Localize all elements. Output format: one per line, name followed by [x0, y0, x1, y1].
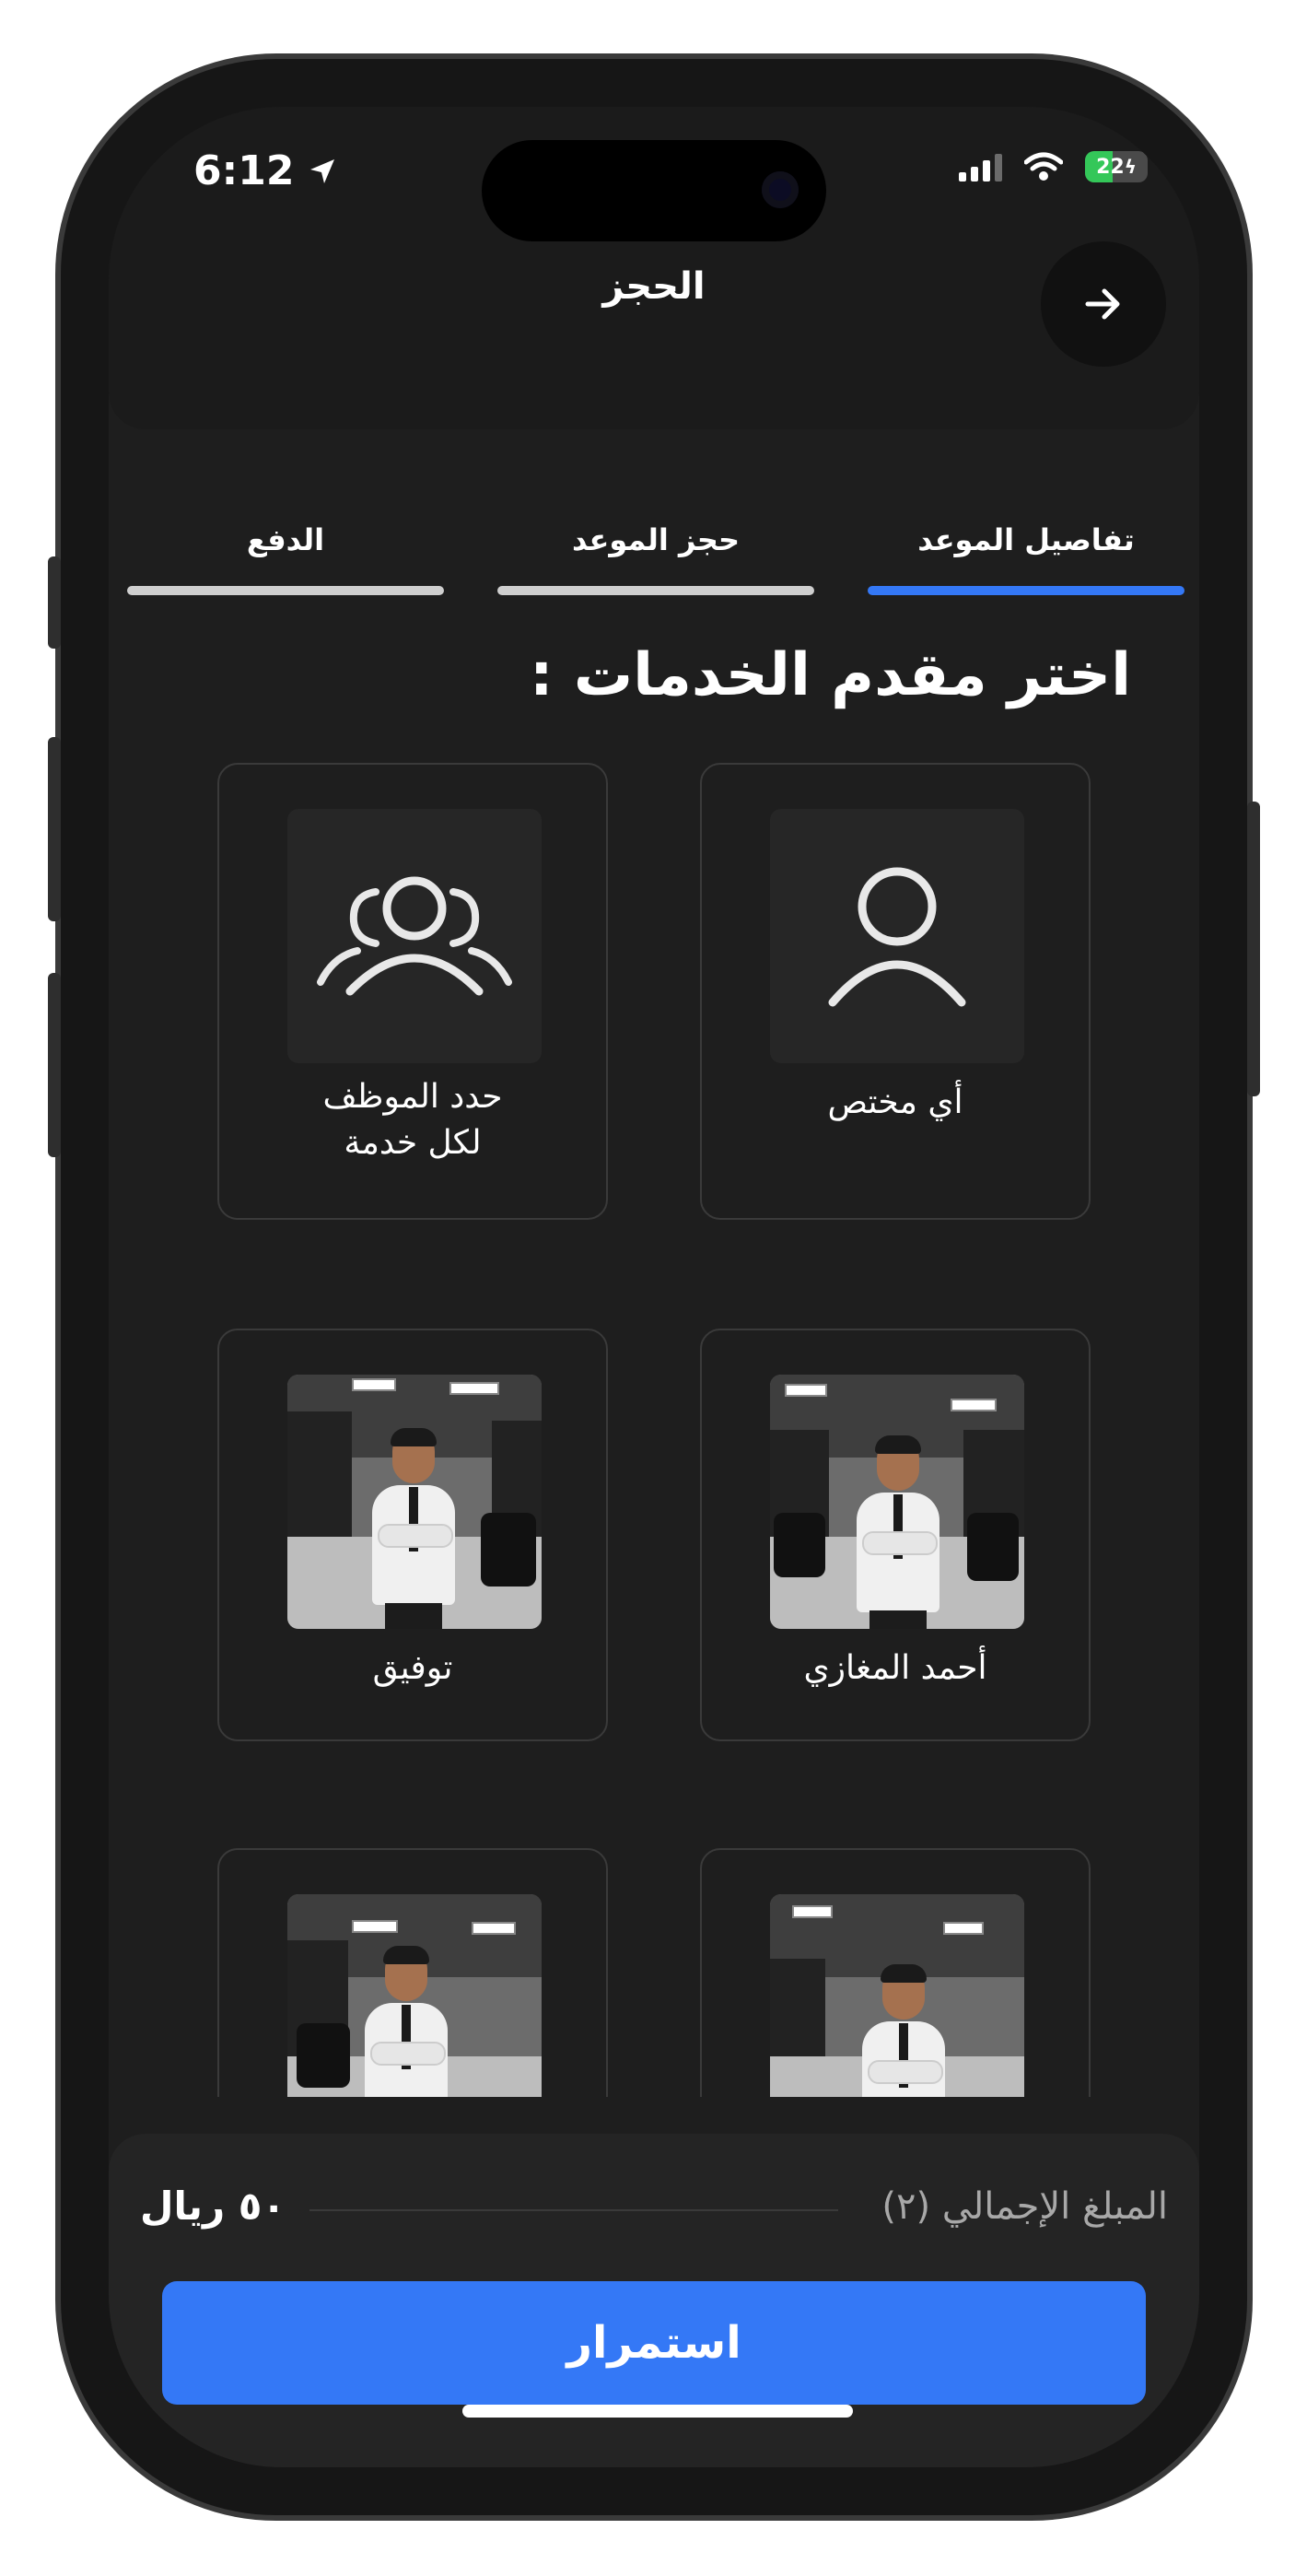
users-group-icon: [317, 876, 512, 996]
provider-card-per-service-icon-box: [287, 809, 542, 1063]
staff-photo: [287, 1375, 542, 1629]
total-label: المبلغ الإجمالي (٢): [881, 2185, 1168, 2228]
provider-card-any[interactable]: أي مختص: [700, 763, 1091, 1220]
volume-up-button: [48, 737, 61, 921]
power-button: [1247, 802, 1260, 1096]
provider-card-any-icon-box: [770, 809, 1024, 1063]
provider-per-service-label-line1: حدد الموظف: [322, 1078, 503, 1116]
staff-name-label: توفيق: [372, 1649, 453, 1687]
home-indicator[interactable]: [462, 2405, 853, 2418]
provider-per-service-label-line2: لكل خدمة: [344, 1124, 482, 1162]
provider-card-staff[interactable]: توفيق: [217, 1329, 608, 1741]
provider-card-per-service[interactable]: حدد الموظف لكل خدمة: [217, 763, 608, 1220]
staff-photo: [770, 1375, 1024, 1629]
staff-photo: [287, 1894, 542, 2097]
provider-card-staff[interactable]: [217, 1848, 608, 2097]
divider: [309, 2209, 838, 2211]
screen: الحجز 6:12 22 ϟ الدفع حجز الموعد تفاصيل …: [109, 107, 1199, 2467]
silent-switch: [48, 556, 61, 649]
staff-name-label: أحمد المغازي: [803, 1649, 987, 1687]
continue-button[interactable]: استمرار: [162, 2281, 1146, 2405]
total-amount: ٥٠ ريال: [140, 2184, 286, 2229]
provider-any-label: أي مختص: [827, 1083, 963, 1121]
volume-down-button: [48, 973, 61, 1157]
provider-card-staff[interactable]: أحمد المغازي: [700, 1329, 1091, 1741]
user-icon: [828, 867, 966, 1007]
provider-card-staff[interactable]: [700, 1848, 1091, 2097]
staff-photo: [770, 1894, 1024, 2097]
provider-grid: أي مختص حدد الموظف لكل خدمة أحمد المغازي…: [109, 107, 1199, 2097]
